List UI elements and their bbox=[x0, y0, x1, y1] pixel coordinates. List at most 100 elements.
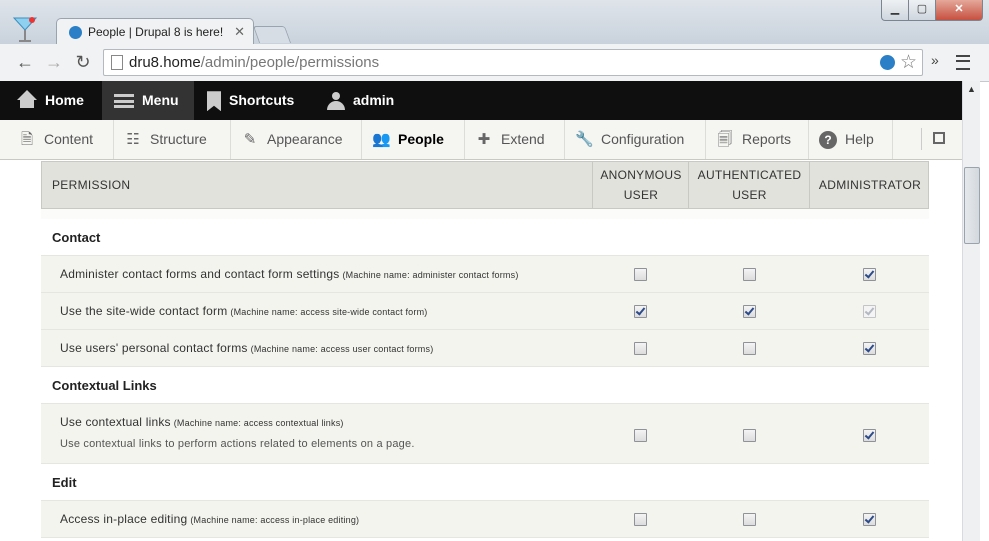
permission-description: Use contextual links to perform actions … bbox=[60, 438, 415, 450]
column-header-anonymous: ANONYMOUS USER bbox=[592, 162, 689, 208]
permissions-table: PERMISSION ANONYMOUS USER AUTHENTICATED US… bbox=[41, 161, 929, 538]
drupal-extension-icon[interactable] bbox=[880, 55, 895, 70]
home-icon bbox=[17, 90, 37, 109]
module-row-contextual-links: Contextual Links bbox=[41, 367, 929, 404]
tray-item-people[interactable]: 👥 People bbox=[362, 120, 465, 159]
checkbox-administrator[interactable] bbox=[863, 342, 876, 355]
page-scrollbar[interactable]: ▲ bbox=[962, 81, 980, 541]
url-host: dru8.home bbox=[129, 54, 201, 71]
checkbox-administrator[interactable] bbox=[863, 429, 876, 442]
tray-item-appearance[interactable]: ✎ Appearance bbox=[231, 120, 362, 159]
browser-tab[interactable]: People | Drupal 8 is here! ✕ bbox=[56, 18, 254, 46]
header-line: AUTHENTICATED bbox=[697, 168, 802, 182]
column-header-permission: PERMISSION bbox=[52, 178, 131, 192]
sitemap-icon: ☷ bbox=[126, 131, 140, 148]
tray-item-label: Configuration bbox=[601, 131, 685, 147]
checkbox-administrator[interactable] bbox=[863, 513, 876, 526]
machine-name: (Machine name: administer contact forms) bbox=[342, 270, 519, 280]
people-icon: 👥 bbox=[372, 131, 391, 148]
reload-icon[interactable]: ↻ bbox=[72, 51, 94, 73]
tray-item-content[interactable]: 🗎 Content bbox=[0, 120, 114, 159]
machine-name: (Machine name: access contextual links) bbox=[173, 418, 344, 428]
checkbox-authenticated[interactable] bbox=[743, 342, 756, 355]
checkbox-authenticated[interactable] bbox=[743, 429, 756, 442]
toolbar-home[interactable]: Home bbox=[17, 81, 102, 120]
scroll-up-arrow-icon[interactable]: ▲ bbox=[963, 81, 980, 98]
header-line: USER bbox=[732, 188, 767, 202]
tray-item-reports[interactable]: 🗐 Reports bbox=[706, 120, 809, 159]
toolbar-user[interactable]: admin bbox=[327, 81, 407, 120]
checkbox-anonymous[interactable] bbox=[634, 429, 647, 442]
toolbar-menu[interactable]: Menu bbox=[102, 81, 194, 120]
drupal-toolbar: Home Menu Shortcuts admin bbox=[0, 81, 962, 120]
tray-item-help[interactable]: ? Help bbox=[809, 120, 893, 159]
tray-item-label: Reports bbox=[742, 131, 792, 147]
wrench-icon: 🔧 bbox=[575, 131, 594, 148]
hamburger-icon bbox=[114, 94, 134, 109]
machine-name: (Machine name: access user contact forms… bbox=[250, 344, 434, 354]
checkbox-anonymous[interactable] bbox=[634, 268, 647, 281]
report-icon: 🗐 bbox=[717, 131, 733, 148]
bookmark-star-icon[interactable]: ☆ bbox=[900, 51, 917, 74]
back-arrow-icon[interactable]: ← bbox=[14, 51, 36, 73]
browser-logo-icon bbox=[12, 17, 38, 42]
permission-row: Use users' personal contact forms (Machin… bbox=[41, 330, 929, 367]
tray-item-label: Help bbox=[845, 131, 874, 147]
toolbar-user-label: admin bbox=[353, 92, 395, 108]
table-spacer bbox=[41, 209, 929, 219]
tab-title: People | Drupal 8 is here! bbox=[88, 25, 224, 39]
user-icon bbox=[327, 92, 345, 111]
tray-item-extend[interactable]: ✚ Extend bbox=[465, 120, 565, 159]
drupal-favicon-icon bbox=[69, 26, 82, 39]
address-bar[interactable]: dru8.home/admin/people/permissions ☆ bbox=[103, 49, 923, 76]
url-text[interactable]: dru8.home/admin/people/permissions bbox=[129, 54, 379, 71]
module-row-edit: Edit bbox=[41, 464, 929, 501]
permission-row: Administer contact forms and contact for… bbox=[41, 256, 929, 293]
url-path: /admin/people/permissions bbox=[200, 54, 380, 71]
toolbar-shortcuts-label: Shortcuts bbox=[229, 92, 295, 108]
document-icon: 🗎 bbox=[20, 131, 34, 148]
checkbox-administrator bbox=[863, 305, 876, 318]
tab-close-icon[interactable]: ✕ bbox=[234, 24, 245, 40]
tray-item-label: Structure bbox=[150, 131, 207, 147]
checkbox-authenticated[interactable] bbox=[743, 268, 756, 281]
permission-row: Use contextual links (Machine name: acces… bbox=[41, 404, 929, 464]
checkbox-authenticated[interactable] bbox=[743, 513, 756, 526]
module-label: Contextual Links bbox=[52, 378, 157, 393]
permission-title: Access in-place editing (Machine name: ac… bbox=[60, 512, 360, 526]
permission-title: Use the site-wide contact form (Machine n… bbox=[60, 304, 428, 318]
help-icon: ? bbox=[819, 131, 837, 149]
browser-titlebar: People | Drupal 8 is here! ✕ ▁ ▢ ✕ bbox=[0, 0, 989, 46]
tray-item-label: Content bbox=[44, 131, 94, 147]
window-minimize-button[interactable]: ▁ bbox=[881, 0, 909, 21]
checkbox-anonymous[interactable] bbox=[634, 513, 647, 526]
permission-title: Administer contact forms and contact for… bbox=[60, 267, 519, 281]
column-header-administrator: ADMINISTRATOR bbox=[809, 162, 930, 208]
forward-arrow-icon[interactable]: → bbox=[43, 51, 65, 73]
column-header-authenticated: AUTHENTICATED USER bbox=[688, 162, 810, 208]
paintbrush-icon: ✎ bbox=[243, 131, 257, 148]
tray-item-structure[interactable]: ☷ Structure bbox=[114, 120, 231, 159]
toolbar-shortcuts[interactable]: Shortcuts bbox=[207, 81, 317, 120]
checkbox-anonymous[interactable] bbox=[634, 305, 647, 318]
permission-title: Use contextual links (Machine name: acces… bbox=[60, 415, 344, 429]
module-label: Edit bbox=[52, 475, 77, 490]
tray-orientation-toggle-icon[interactable] bbox=[921, 128, 956, 150]
tray-item-label: Appearance bbox=[267, 131, 343, 147]
scroll-thumb[interactable] bbox=[964, 167, 980, 244]
new-tab-button[interactable] bbox=[252, 26, 292, 43]
permission-row: Use the site-wide contact form (Machine n… bbox=[41, 293, 929, 330]
extensions-overflow-icon[interactable]: » bbox=[931, 52, 939, 68]
checkbox-administrator[interactable] bbox=[863, 268, 876, 281]
tray-item-configuration[interactable]: 🔧 Configuration bbox=[565, 120, 706, 159]
page-icon bbox=[111, 55, 123, 70]
checkbox-authenticated[interactable] bbox=[743, 305, 756, 318]
toolbar-home-label: Home bbox=[45, 92, 84, 108]
machine-name: (Machine name: access site-wide contact … bbox=[230, 307, 428, 317]
permission-row: Access in-place editing (Machine name: ac… bbox=[41, 501, 929, 538]
checkbox-anonymous[interactable] bbox=[634, 342, 647, 355]
window-close-button[interactable]: ✕ bbox=[935, 0, 983, 21]
browser-menu-icon[interactable] bbox=[956, 55, 970, 70]
permission-title: Use users' personal contact forms (Machin… bbox=[60, 341, 434, 355]
window-maximize-button[interactable]: ▢ bbox=[908, 0, 936, 21]
